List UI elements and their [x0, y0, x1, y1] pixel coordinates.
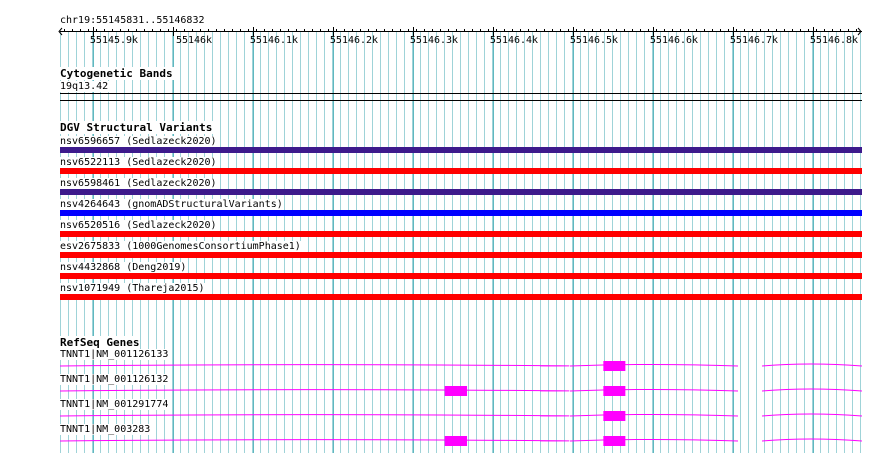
gene-intron-line [59, 413, 863, 417]
gene-exon [603, 361, 626, 371]
gene-exon [444, 436, 468, 446]
gene-exon [603, 386, 626, 396]
gene-exon [444, 386, 468, 396]
gene-exon [603, 411, 626, 421]
gene-exon [603, 436, 626, 446]
refseq-gene-models [59, 361, 863, 446]
gene-intron-line [59, 363, 863, 367]
